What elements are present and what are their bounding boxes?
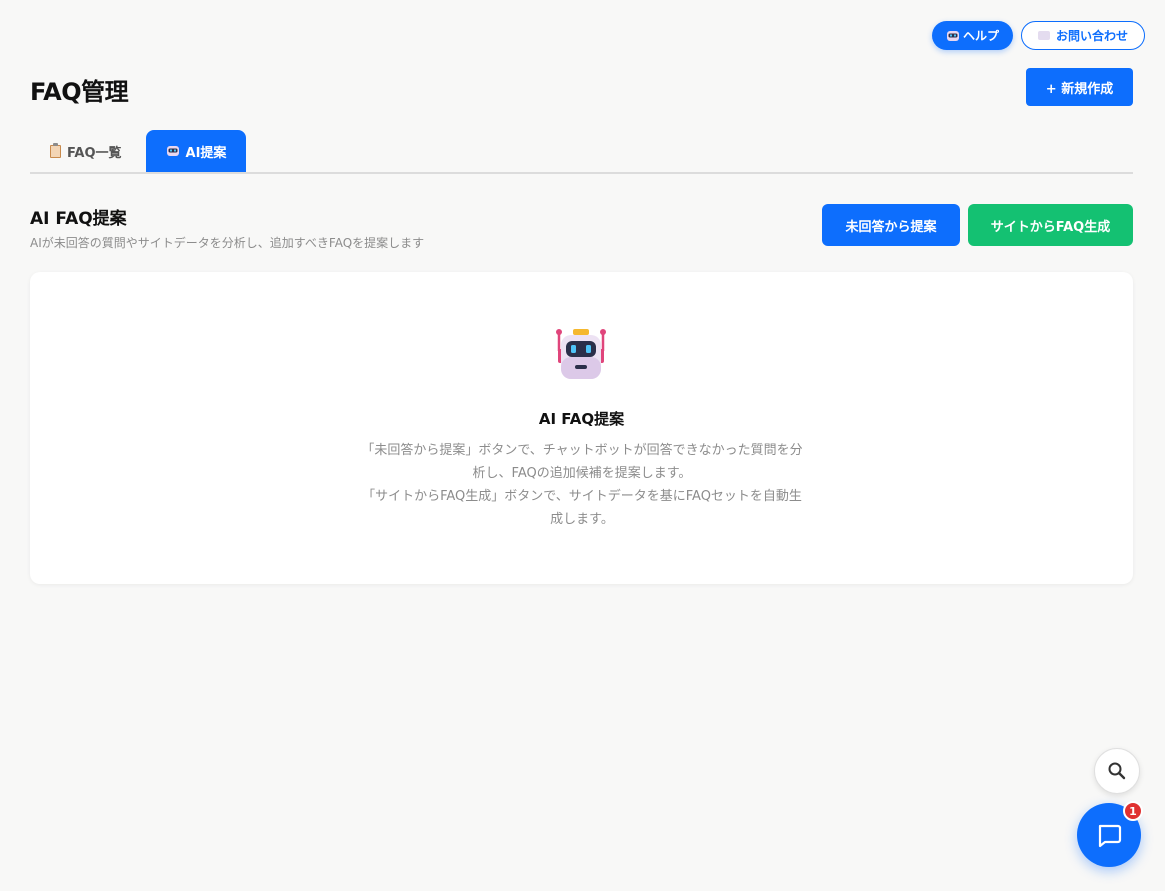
page: ヘルプ お問い合わせ FAQ管理 + 新規作成 FAQ一覧 AI提案 AI FA… [0, 0, 1165, 891]
new-faq-button[interactable]: + 新規作成 [1026, 68, 1133, 106]
empty-state-description: 「未回答から提案」ボタンで、チャットボットが回答できなかった質問を分 析し、FA… [342, 439, 822, 531]
top-actions: ヘルプ お問い合わせ [931, 21, 1145, 50]
search-icon [1108, 762, 1126, 780]
generate-from-site-button[interactable]: サイトからFAQ生成 [968, 204, 1133, 246]
empty-state-title: AI FAQ提案 [538, 410, 625, 428]
empty-state-line: 成します。 [550, 512, 614, 527]
section-description: AIが未回答の質問やサイトデータを分析し、追加すべきFAQを提案します [30, 236, 425, 250]
robot-icon [166, 146, 179, 156]
empty-state-line: 「サイトからFAQ生成」ボタンで、サイトデータを基にFAQセットを自動生 [362, 489, 802, 504]
tab-label: FAQ一覧 [67, 145, 122, 161]
clipboard-icon [50, 142, 61, 158]
tab-ai-suggest[interactable]: AI提案 [145, 130, 247, 172]
tab-label: AI提案 [185, 145, 227, 161]
page-title: FAQ管理 [30, 78, 129, 106]
tab-bar: FAQ一覧 AI提案 [30, 130, 1133, 174]
empty-state-card: AI FAQ提案 「未回答から提案」ボタンで、チャットボットが回答できなかった質… [30, 272, 1133, 584]
robot-icon [946, 30, 959, 41]
mail-icon [1037, 31, 1050, 40]
notification-badge: 1 [1123, 801, 1143, 821]
help-button[interactable]: ヘルプ [931, 21, 1013, 50]
search-fab[interactable] [1094, 748, 1140, 794]
suggest-from-unanswered-button[interactable]: 未回答から提案 [822, 204, 960, 246]
empty-state-line: 析し、FAQの追加候補を提案します。 [472, 466, 692, 481]
contact-button[interactable]: お問い合わせ [1020, 21, 1145, 50]
chat-icon [1098, 824, 1122, 848]
tab-faq-list[interactable]: FAQ一覧 [30, 130, 142, 172]
empty-state-line: 「未回答から提案」ボタンで、チャットボットが回答できなかった質問を分 [361, 443, 803, 458]
contact-label: お問い合わせ [1055, 29, 1128, 43]
help-label: ヘルプ [962, 29, 999, 43]
robot-icon [556, 329, 606, 379]
section-title: AI FAQ提案 [30, 209, 127, 229]
